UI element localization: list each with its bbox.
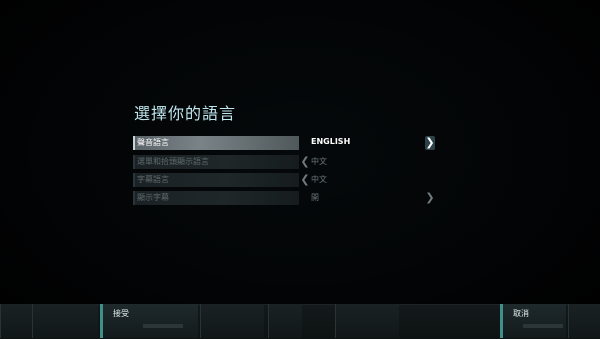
cancel-label: 取消 xyxy=(513,309,529,318)
chevron-left-icon[interactable]: ❮ xyxy=(300,173,310,187)
setting-label: 選單和拾頭顯示語言 xyxy=(137,157,209,166)
screen-title: 選擇你的語言 xyxy=(134,104,237,123)
setting-label: 字幕語言 xyxy=(137,175,169,184)
chevron-left-icon[interactable]: ❮ xyxy=(300,155,310,169)
chevron-right-icon[interactable]: ❯ xyxy=(425,136,435,150)
footer-panel xyxy=(268,304,302,338)
footer-panel xyxy=(200,304,264,338)
setting-value: ENGLISH xyxy=(311,137,351,146)
setting-label: 聲音語言 xyxy=(137,138,169,147)
setting-row-menu-hud-language[interactable]: 選單和拾頭顯示語言 ❮ 中文 xyxy=(133,155,443,169)
setting-value: 開 xyxy=(311,193,319,202)
button-decoration xyxy=(523,324,563,328)
accept-label: 接受 xyxy=(113,309,129,318)
setting-value: 中文 xyxy=(311,157,327,166)
setting-row-show-subtitles[interactable]: 顯示字幕 開 ❯ xyxy=(133,191,443,205)
cancel-button[interactable]: 取消 xyxy=(500,304,566,338)
setting-row-voice-language[interactable]: 聲音語言 ENGLISH ❯ xyxy=(133,136,443,150)
footer-panel xyxy=(568,304,600,338)
button-decoration xyxy=(143,324,183,328)
accept-button[interactable]: 接受 xyxy=(100,304,198,338)
footer-panel xyxy=(335,304,399,338)
setting-label: 顯示字幕 xyxy=(137,193,169,202)
chevron-right-icon[interactable]: ❯ xyxy=(425,191,435,205)
setting-row-subtitle-language[interactable]: 字幕語言 ❮ 中文 xyxy=(133,173,443,187)
footer-panel xyxy=(0,304,32,338)
setting-value: 中文 xyxy=(311,175,327,184)
footer-panel xyxy=(32,304,98,338)
